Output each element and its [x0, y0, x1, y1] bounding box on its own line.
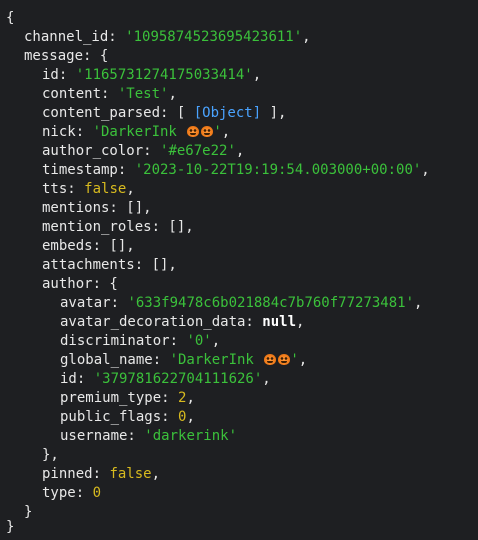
type-line: type: 0 — [42, 485, 102, 501]
channel-id-value: '1095874523695423611' — [125, 29, 303, 45]
embeds-line: embeds: [], — [42, 238, 135, 254]
avatar-value: '633f9478c6b021884c7b760f77273481' — [127, 295, 415, 311]
tts-line: tts: false, — [42, 181, 135, 197]
author-close-line: }, — [42, 447, 59, 463]
nick-line: nick: 'DarkerInk ', — [42, 124, 231, 140]
avatar-decoration-value: null — [262, 314, 297, 330]
pumpkin-icon — [264, 354, 277, 365]
pumpkin-icon — [278, 354, 291, 365]
timestamp-value: '2023-10-22T19:19:54.003000+00:00' — [134, 162, 422, 178]
avatar-decoration-line: avatar_decoration_data: null, — [60, 314, 305, 330]
global-name-line: global_name: 'DarkerInk ', — [60, 352, 308, 368]
content-value: 'Test' — [117, 86, 169, 102]
nick-value: 'DarkerInk — [92, 124, 177, 140]
author-color-value: '#e67e22' — [160, 143, 236, 159]
username-value: 'darkerink' — [144, 428, 238, 444]
public-flags-line: public_flags: 0, — [60, 409, 195, 425]
attachments-line: attachments: [], — [42, 257, 177, 273]
content-parsed-line: content_parsed: [ [Object] ], — [42, 105, 287, 121]
root-open-brace: { — [6, 10, 15, 26]
author-open-line: author: { — [42, 276, 118, 292]
root-close-brace: } — [6, 519, 15, 535]
channel-id-key: channel_id: — [24, 29, 126, 45]
mention-roles-line: mention_roles: [], — [42, 219, 194, 235]
pinned-value: false — [109, 466, 152, 482]
discriminator-line: discriminator: '0', — [60, 333, 221, 349]
object-reference[interactable]: [Object] — [194, 105, 261, 121]
timestamp-line: timestamp: '2023-10-22T19:19:54.003000+0… — [42, 162, 430, 178]
message-open-line: message: { — [24, 48, 109, 64]
discriminator-value: '0' — [186, 333, 212, 349]
mentions-line: mentions: [], — [42, 200, 152, 216]
username-line: username: 'darkerink' — [60, 428, 238, 444]
channel-id-line: channel_id: '1095874523695423611', — [24, 29, 311, 45]
author-color-line: author_color: '#e67e22', — [42, 143, 245, 159]
content-line: content: 'Test', — [42, 86, 177, 102]
type-value: 0 — [92, 485, 102, 501]
premium-type-line: premium_type: 2, — [60, 390, 195, 406]
message-id-value: '1165731274175033414' — [75, 67, 253, 83]
console-output: { channel_id: '1095874523695423611', mes… — [0, 0, 478, 540]
global-name-value: 'DarkerInk — [169, 352, 254, 368]
message-id-line: id: '1165731274175033414', — [42, 67, 262, 83]
pinned-line: pinned: false, — [42, 466, 161, 482]
pumpkin-icon — [187, 126, 200, 137]
author-id-value: '379781622704111626' — [93, 371, 263, 387]
author-id-line: id: '379781622704111626', — [60, 371, 271, 387]
tts-value: false — [84, 181, 127, 197]
pumpkin-icon — [201, 126, 214, 137]
avatar-line: avatar: '633f9478c6b021884c7b760f7727348… — [60, 295, 423, 311]
